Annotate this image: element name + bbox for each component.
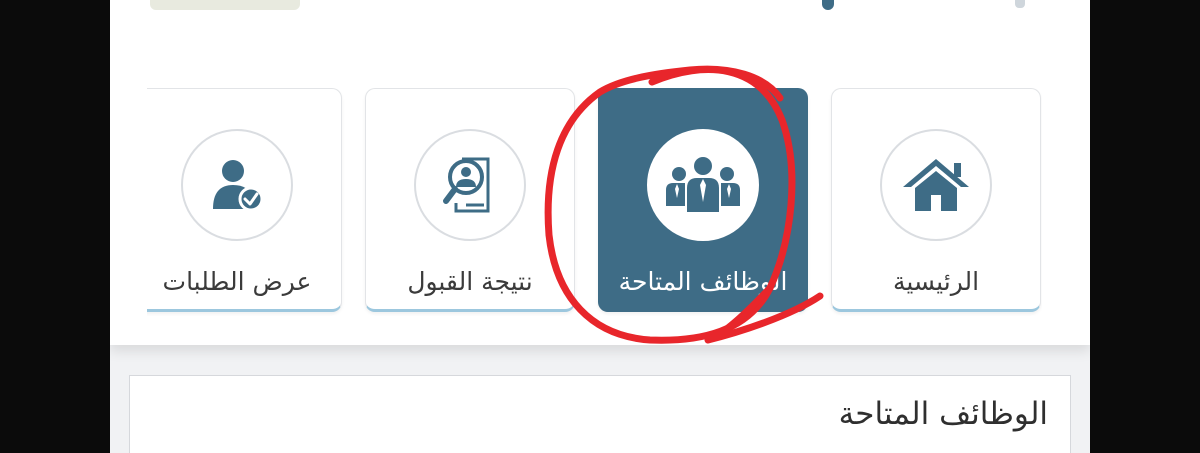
- search-document-icon: [443, 157, 490, 213]
- home-icon: [903, 159, 969, 211]
- nav-tile-label: الوظائف المتاحة: [618, 267, 788, 296]
- navigation-panel: الرئيسية الوظائف المتاحة نتيجة القبول عر…: [110, 0, 1090, 345]
- team-icon: [666, 157, 740, 212]
- icon-circle: [880, 129, 992, 241]
- app-screen: الرئيسية الوظائف المتاحة نتيجة القبول عر…: [110, 0, 1090, 453]
- user-check-icon: [213, 160, 264, 212]
- icon-circle: [414, 129, 526, 241]
- nav-tile-label: عرض الطلبات: [162, 267, 312, 296]
- nav-tile-home[interactable]: الرئيسية: [831, 88, 1041, 312]
- nav-tile-label: نتيجة القبول: [407, 267, 533, 296]
- nav-tile-acceptance-result[interactable]: نتيجة القبول: [365, 88, 575, 312]
- nav-tile-view-requests[interactable]: عرض الطلبات: [147, 88, 342, 312]
- header-fragment: [150, 0, 300, 10]
- icon-circle: [181, 129, 293, 241]
- nav-tiles: الرئيسية الوظائف المتاحة نتيجة القبول عر…: [147, 88, 1042, 316]
- header-glyph: [1015, 0, 1025, 8]
- jobs-section-card: الوظائف المتاحة: [129, 375, 1071, 453]
- section-title: الوظائف المتاحة: [838, 396, 1048, 432]
- icon-circle: [647, 129, 759, 241]
- header-glyph: [822, 0, 834, 10]
- nav-tile-available-jobs[interactable]: الوظائف المتاحة: [598, 88, 808, 312]
- nav-tile-label: الرئيسية: [892, 267, 980, 296]
